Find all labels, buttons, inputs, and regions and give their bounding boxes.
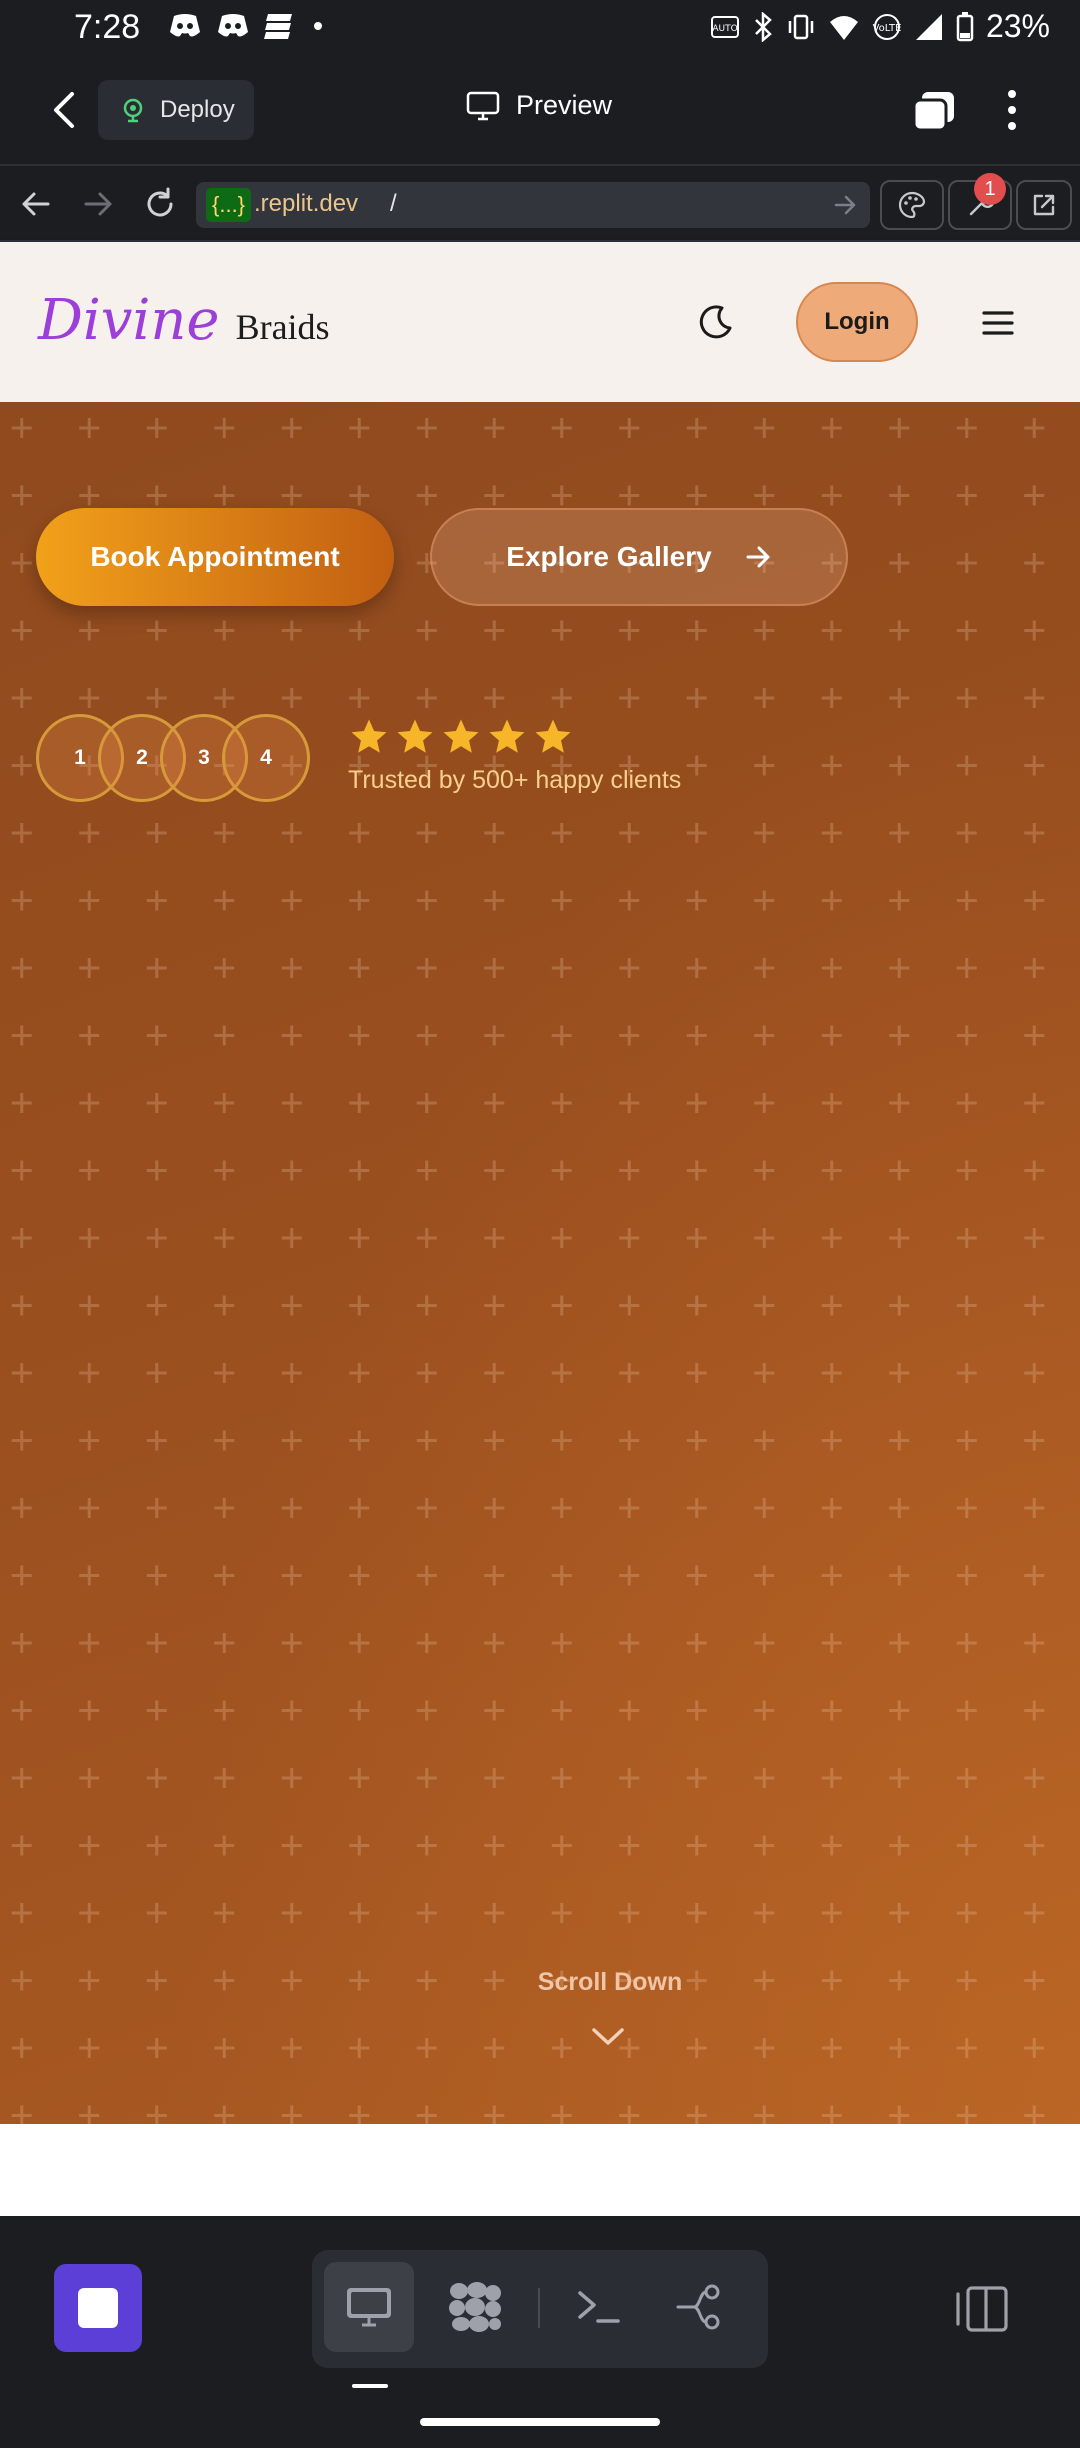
git-icon — [676, 2284, 720, 2330]
discord-icon — [170, 14, 200, 37]
bluetooth-icon — [755, 11, 772, 42]
deploy-button[interactable]: Deploy — [98, 80, 254, 140]
star-icon — [397, 719, 433, 753]
arrow-left-icon[interactable] — [18, 186, 54, 222]
signal-icon — [915, 13, 942, 40]
monitor-icon — [466, 91, 500, 120]
more-icon[interactable] — [1000, 86, 1024, 134]
url-tag: {...} — [206, 188, 252, 222]
app-icon — [264, 14, 292, 39]
star-icon — [535, 719, 571, 753]
menu-icon[interactable] — [982, 310, 1014, 336]
chevron-down-icon[interactable] — [590, 2024, 626, 2048]
palette-icon — [898, 191, 926, 219]
status-system-icons: AUTO VoLTE 23% — [710, 8, 1050, 45]
star-icon — [443, 719, 479, 753]
star-icon — [351, 719, 387, 753]
back-icon[interactable] — [44, 86, 84, 134]
volte-icon: VoLTE — [873, 13, 902, 40]
scroll-down-label[interactable]: Scroll Down — [0, 1968, 1080, 1997]
external-link-icon — [1033, 194, 1055, 216]
app-header: Deploy Preview — [0, 54, 1080, 166]
theme-button[interactable] — [880, 180, 944, 230]
reload-icon[interactable] — [142, 186, 178, 222]
svg-text:VoLTE: VoLTE — [873, 23, 902, 34]
home-indicator[interactable] — [420, 2418, 660, 2426]
url-domain: .replit.dev — [254, 190, 359, 217]
monitor-icon — [347, 2288, 391, 2327]
site-navbar: Divine Braids Login — [0, 242, 1080, 402]
terminal-icon — [578, 2291, 620, 2323]
auto-icon: AUTO — [710, 15, 739, 38]
status-notification-icons — [168, 12, 328, 40]
logo-script: Divine — [38, 288, 220, 353]
divider — [538, 2288, 540, 2328]
moon-icon[interactable] — [696, 302, 736, 342]
svg-text:AUTO: AUTO — [712, 24, 737, 34]
battery-percent: 23% — [985, 8, 1050, 44]
open-external-button[interactable] — [1016, 180, 1072, 230]
go-icon[interactable] — [832, 192, 858, 218]
preview-title[interactable]: Preview — [466, 90, 612, 121]
preview-tab[interactable] — [324, 2262, 414, 2352]
agent-icon — [449, 2282, 501, 2332]
stop-icon — [78, 2288, 118, 2328]
url-field[interactable]: {...} .replit.dev / — [196, 182, 870, 228]
stop-button[interactable] — [54, 2264, 142, 2352]
hero-pattern — [0, 402, 1080, 2124]
explore-gallery-button[interactable]: Explore Gallery — [430, 508, 848, 606]
explore-gallery-label: Explore Gallery — [506, 541, 712, 572]
vibrate-icon — [788, 14, 814, 39]
git-tab[interactable] — [656, 2262, 746, 2352]
view-switcher — [312, 2250, 768, 2368]
arrow-right-icon — [746, 546, 770, 568]
wifi-icon — [829, 15, 858, 40]
client-avatars: 1 2 3 4 — [36, 714, 316, 802]
deploy-label: Deploy — [160, 96, 235, 123]
star-icon — [489, 719, 525, 753]
preview-label: Preview — [516, 90, 613, 120]
battery-icon — [956, 11, 974, 41]
status-time: 7:28 — [74, 8, 141, 46]
logo-text: Braids — [235, 307, 330, 347]
book-appointment-button[interactable]: Book Appointment — [36, 508, 394, 606]
website-viewport: Divine Braids Login Book Appointment Exp… — [0, 242, 1080, 2216]
discord-icon — [218, 14, 248, 37]
hero-section: Book Appointment Explore Gallery 1 2 3 4… — [0, 402, 1080, 2124]
bottom-toolbar — [0, 2216, 1080, 2448]
status-bar: 7:28 AUTO VoLTE 23% — [0, 0, 1080, 54]
panel-icon[interactable] — [954, 2284, 1010, 2334]
trust-text: Trusted by 500+ happy clients — [348, 766, 682, 794]
agent-tab[interactable] — [430, 2262, 520, 2352]
shell-tab[interactable] — [554, 2262, 644, 2352]
active-indicator — [352, 2384, 388, 2388]
url-toolbar: {...} .replit.dev / — [0, 168, 1080, 242]
notification-badge: 1 — [974, 173, 1006, 205]
arrow-right-icon[interactable] — [80, 186, 116, 222]
deploy-icon — [123, 98, 143, 123]
dot-icon — [314, 22, 322, 30]
avatar: 4 — [222, 714, 310, 802]
site-logo[interactable]: Divine Braids — [38, 288, 330, 353]
login-button[interactable]: Login — [796, 282, 918, 362]
url-path: / — [390, 190, 397, 217]
rating-stars — [348, 716, 574, 758]
tabs-icon[interactable] — [912, 90, 956, 132]
